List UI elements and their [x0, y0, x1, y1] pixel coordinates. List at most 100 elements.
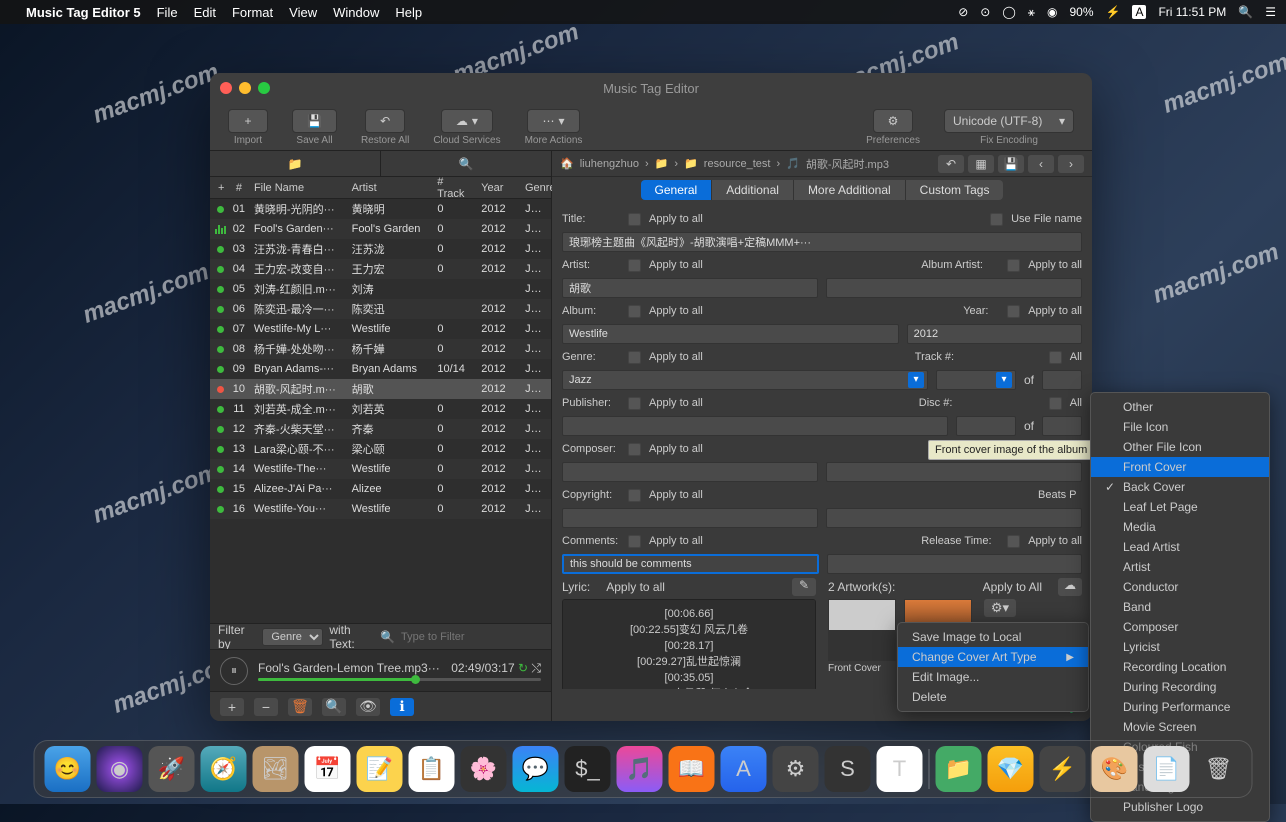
- cloud-services-button[interactable]: ☁▾ Cloud Services: [425, 107, 508, 148]
- encoding-select[interactable]: Unicode (UTF-8)▾ Fix Encoding: [936, 107, 1082, 148]
- artist-input[interactable]: [562, 278, 818, 298]
- table-row[interactable]: 08杨千嬅-处处吻···杨千嬅02012Jazz: [210, 339, 551, 359]
- title-apply-check[interactable]: [628, 213, 641, 226]
- wifi-icon[interactable]: ◉: [1047, 5, 1057, 19]
- comments-apply-check[interactable]: [628, 535, 641, 548]
- albumartist-input[interactable]: [826, 278, 1082, 298]
- close-button[interactable]: [220, 82, 232, 94]
- genre-select[interactable]: [562, 370, 928, 390]
- cover-type-option[interactable]: Leaf Let Page: [1091, 497, 1269, 517]
- artist-apply-check[interactable]: [628, 259, 641, 272]
- table-row[interactable]: 07Westlife-My L···Westlife02012Jazz: [210, 319, 551, 339]
- menu-format[interactable]: Format: [232, 5, 273, 20]
- siri-app[interactable]: ◉: [97, 746, 143, 792]
- app-name[interactable]: Music Tag Editor 5: [26, 5, 141, 20]
- menu-window[interactable]: Window: [333, 5, 379, 20]
- repeat-icon[interactable]: ↻: [518, 661, 528, 675]
- tab-additional[interactable]: Additional: [712, 180, 794, 200]
- eye-button[interactable]: 👁: [356, 698, 380, 716]
- books-app[interactable]: 📖: [669, 746, 715, 792]
- wand-button[interactable]: ▦: [968, 155, 994, 173]
- cover-type-option[interactable]: ✓Back Cover: [1091, 477, 1269, 497]
- more-actions-button[interactable]: ⋯▾ More Actions: [517, 107, 591, 148]
- cloud-artwork-button[interactable]: ☁: [1058, 578, 1082, 596]
- messages-app[interactable]: 💬: [513, 746, 559, 792]
- year-input[interactable]: [907, 324, 1082, 344]
- app-icon[interactable]: 🎨: [1092, 746, 1138, 792]
- pause-button[interactable]: ⏸: [220, 657, 248, 685]
- cover-type-option[interactable]: Conductor: [1091, 577, 1269, 597]
- restore-all-button[interactable]: ↶ Restore All: [353, 107, 417, 148]
- status-icon[interactable]: ⊙: [980, 5, 990, 19]
- cover-type-option[interactable]: File Icon: [1091, 417, 1269, 437]
- music-app[interactable]: 🎵: [617, 746, 663, 792]
- tab-custom[interactable]: Custom Tags: [906, 180, 1004, 200]
- cover-type-option[interactable]: Artist: [1091, 557, 1269, 577]
- folder-tab[interactable]: 📁: [210, 151, 381, 176]
- tab-general[interactable]: General: [641, 180, 713, 200]
- status-icon[interactable]: ◯: [1002, 5, 1015, 19]
- artwork-settings-button[interactable]: ⚙▾: [984, 599, 1016, 617]
- cover-type-option[interactable]: Other: [1091, 397, 1269, 417]
- shuffle-icon[interactable]: ⤭: [531, 661, 541, 675]
- appstore-app[interactable]: A: [721, 746, 767, 792]
- menu-help[interactable]: Help: [395, 5, 422, 20]
- track-all-check[interactable]: [1049, 351, 1062, 364]
- cover-type-option[interactable]: Composer: [1091, 617, 1269, 637]
- table-row[interactable]: 15Alizee-J'Ai Pa···Alizee02012Jazz: [210, 479, 551, 499]
- table-body[interactable]: 01黄晓明-光阴的···黄晓明02012Jazz02Fool's Garden·…: [210, 199, 551, 623]
- prev-button[interactable]: ‹: [1028, 155, 1054, 173]
- filter-select[interactable]: Genre: [262, 628, 323, 646]
- table-row[interactable]: 06陈奕迅-最冷一···陈奕迅2012Jazz: [210, 299, 551, 319]
- folder-icon[interactable]: 📁: [655, 157, 669, 170]
- table-row[interactable]: 13Lara梁心颐-不···梁心颐02012Jazz: [210, 439, 551, 459]
- safari-app[interactable]: 🧭: [201, 746, 247, 792]
- disc-input[interactable]: [956, 416, 1016, 436]
- launchpad-app[interactable]: 🚀: [149, 746, 195, 792]
- table-row[interactable]: 02Fool's Garden···Fool's Garden02012Jazz: [210, 219, 551, 239]
- calendar-app[interactable]: 📅: [305, 746, 351, 792]
- composer-apply-check[interactable]: [628, 443, 641, 456]
- info-button[interactable]: ℹ: [390, 698, 414, 716]
- disc-total-input[interactable]: [1042, 416, 1082, 436]
- table-row[interactable]: 16Westlife-You···Westlife02012Jazz: [210, 499, 551, 519]
- battery-icon[interactable]: ⚡: [1106, 5, 1121, 19]
- search-tab[interactable]: 🔍: [381, 151, 551, 176]
- settings-app[interactable]: ⚙: [773, 746, 819, 792]
- progress-bar[interactable]: [258, 678, 541, 681]
- year-apply-check[interactable]: [1007, 305, 1020, 318]
- finder-app[interactable]: 😊: [45, 746, 91, 792]
- menu-edit[interactable]: Edit: [194, 5, 216, 20]
- photos2-app[interactable]: 🌸: [461, 746, 507, 792]
- menu-file[interactable]: File: [157, 5, 178, 20]
- composer-input[interactable]: [562, 462, 818, 482]
- input-indicator[interactable]: A: [1132, 5, 1146, 19]
- sublime-app[interactable]: S: [825, 746, 871, 792]
- import-button[interactable]: + Import: [220, 107, 276, 148]
- publisher-apply-check[interactable]: [628, 397, 641, 410]
- table-header[interactable]: + # File Name Artist # Track Year Genre: [210, 177, 551, 199]
- cover-type-option[interactable]: Lead Artist: [1091, 537, 1269, 557]
- cover-type-option[interactable]: During Recording: [1091, 677, 1269, 697]
- photos-app[interactable]: 🏞: [253, 746, 299, 792]
- cover-type-option[interactable]: Movie Screen: [1091, 717, 1269, 737]
- save-button[interactable]: 💾: [998, 155, 1024, 173]
- zoom-button[interactable]: 🔍: [322, 698, 346, 716]
- edit-lyric-button[interactable]: ✎: [792, 578, 816, 596]
- ctx-change-cover-type[interactable]: Change Cover Art Type▶: [898, 647, 1088, 667]
- preferences-button[interactable]: ⚙ Preferences: [858, 107, 928, 148]
- minimize-button[interactable]: [239, 82, 251, 94]
- menu-view[interactable]: View: [289, 5, 317, 20]
- add-button[interactable]: +: [220, 698, 244, 716]
- home-icon[interactable]: 🏠: [560, 157, 574, 170]
- album-input[interactable]: [562, 324, 899, 344]
- cover-type-option[interactable]: Recording Location: [1091, 657, 1269, 677]
- genre-apply-check[interactable]: [628, 351, 641, 364]
- cover-type-option[interactable]: Other File Icon: [1091, 437, 1269, 457]
- add-column-icon[interactable]: +: [214, 182, 228, 194]
- cover-type-option[interactable]: Media: [1091, 517, 1269, 537]
- next-button[interactable]: ›: [1058, 155, 1084, 173]
- table-row[interactable]: 09Bryan Adams-···Bryan Adams10/142012Jaz…: [210, 359, 551, 379]
- table-row[interactable]: 05刘涛-红颜旧.m···刘涛Jazz: [210, 279, 551, 299]
- usefile-check[interactable]: [990, 213, 1003, 226]
